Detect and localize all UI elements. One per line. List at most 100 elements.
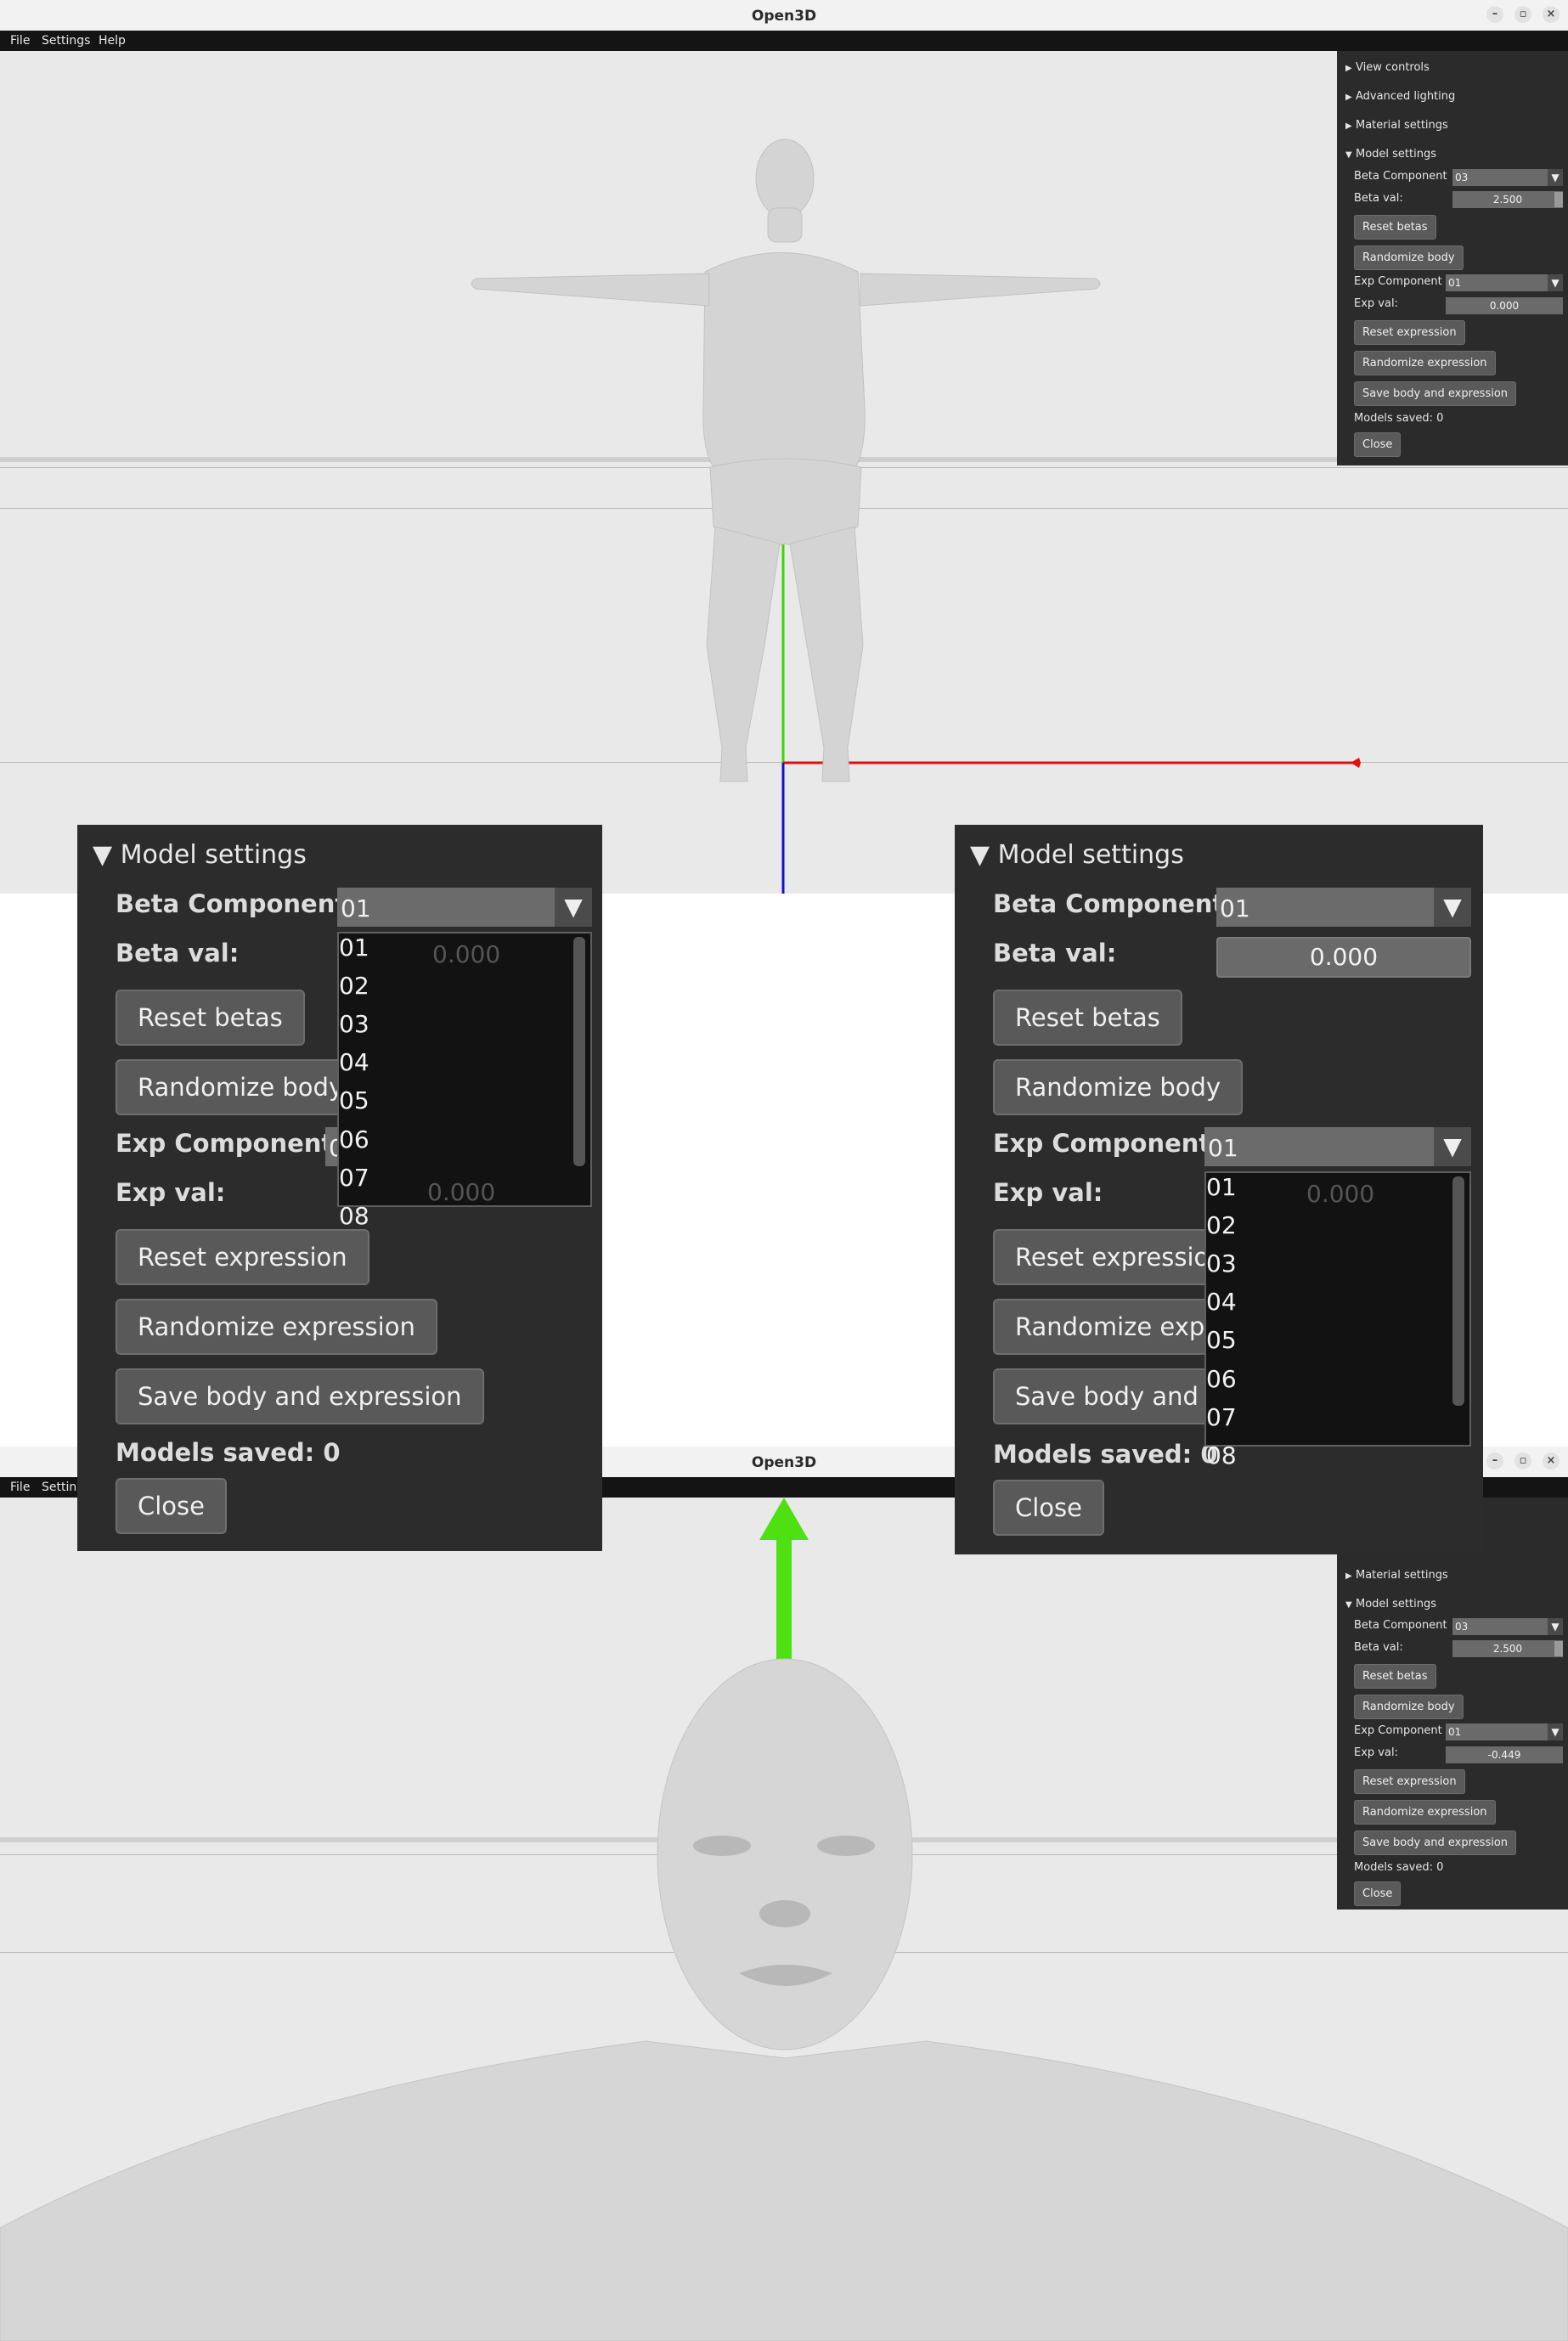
- section-material-settings[interactable]: ▶ Material settings: [1345, 1569, 1448, 1582]
- exp-val-slider[interactable]: -0.449: [1446, 1746, 1563, 1763]
- reset-betas-button[interactable]: Reset betas: [116, 990, 305, 1046]
- dropdown-option[interactable]: 06: [1206, 1365, 1237, 1393]
- exp-component-label: Exp Component: [993, 1129, 1211, 1158]
- dropdown-option[interactable]: 01: [1206, 1173, 1237, 1201]
- models-saved-status: Models saved: 0: [993, 1440, 1218, 1469]
- beta-val-label: Beta val:: [993, 939, 1117, 967]
- reset-expression-button[interactable]: Reset expression: [1354, 320, 1465, 345]
- reset-expression-button[interactable]: Reset expression: [1354, 1769, 1465, 1794]
- exp-val-label: Exp val:: [993, 1178, 1103, 1207]
- section-material-settings[interactable]: ▶ Material settings: [1345, 119, 1448, 132]
- beta-val-slider[interactable]: 0.000: [1216, 937, 1471, 978]
- beta-component-select[interactable]: 01 ▼: [337, 888, 592, 927]
- dropdown-option[interactable]: 03: [339, 1010, 369, 1038]
- randomize-expression-button[interactable]: Randomize expression: [1354, 351, 1496, 375]
- chevron-down-icon: ▼: [1434, 888, 1471, 927]
- menu-file[interactable]: File: [10, 34, 30, 48]
- exp-component-select[interactable]: 01 ▼: [1446, 274, 1563, 291]
- dropdown-scrollbar[interactable]: [573, 937, 585, 1166]
- y-axis-arrow: [759, 1498, 809, 1540]
- maximize-button[interactable]: ▫: [1514, 6, 1531, 23]
- section-model-settings[interactable]: ▼ Model settings: [1345, 1598, 1436, 1610]
- randomize-body-button[interactable]: Randomize body: [1354, 1695, 1464, 1719]
- close-button[interactable]: Close: [116, 1478, 227, 1534]
- menu-help[interactable]: Help: [99, 34, 126, 48]
- beta-val-label: Beta val:: [1354, 192, 1403, 205]
- human-body-model: [471, 138, 1101, 782]
- reset-betas-button[interactable]: Reset betas: [1354, 215, 1436, 240]
- model-settings-header[interactable]: ▼ Model settings: [970, 840, 1184, 870]
- exp-component-select[interactable]: 01 ▼: [1204, 1127, 1471, 1166]
- exp-val-label: Exp val:: [1354, 297, 1398, 310]
- randomize-expression-button[interactable]: Randomize expression: [1354, 1800, 1496, 1825]
- exp-val-slider[interactable]: 0.000: [1446, 297, 1563, 314]
- dropdown-option[interactable]: 06: [339, 1125, 369, 1154]
- reset-expression-button[interactable]: Reset expressio: [993, 1229, 1232, 1285]
- dropdown-option[interactable]: 02: [1206, 1211, 1237, 1239]
- section-view-controls[interactable]: ▶ View controls: [1345, 61, 1430, 74]
- beta-component-select[interactable]: 03 ▼: [1452, 169, 1563, 186]
- close-button[interactable]: Close: [1354, 432, 1402, 457]
- settings-panel-top: ▶ View controls ▶ Advanced lighting ▶ Mater…: [1337, 51, 1568, 465]
- scene-3d-body: [471, 138, 1361, 894]
- close-button[interactable]: Close: [993, 1480, 1104, 1536]
- randomize-expression-button[interactable]: Randomize expression: [116, 1299, 437, 1355]
- close-window-button[interactable]: ×: [1543, 1453, 1560, 1469]
- save-body-expression-button[interactable]: Save body and expression: [116, 1368, 484, 1424]
- close-button[interactable]: Close: [1354, 1881, 1402, 1906]
- dropdown-option[interactable]: 03: [1206, 1249, 1237, 1278]
- reset-betas-button[interactable]: Reset betas: [1354, 1664, 1436, 1689]
- minimize-button[interactable]: –: [1486, 6, 1503, 23]
- maximize-button[interactable]: ▫: [1514, 1453, 1531, 1469]
- beta-val-slider[interactable]: 2.500: [1452, 191, 1563, 208]
- collapse-triangle-icon: ▼: [93, 840, 121, 870]
- collapse-triangle-icon: ▼: [970, 840, 998, 870]
- beta-component-dropdown-list[interactable]: 0.000 0.000 01 02 03 04 05 06 07 08: [337, 932, 592, 1230]
- beta-component-label: Beta Component: [116, 889, 347, 918]
- minimize-button[interactable]: –: [1486, 1453, 1503, 1469]
- dropdown-option[interactable]: 07: [1206, 1403, 1237, 1431]
- chevron-down-icon: ▼: [555, 888, 592, 927]
- viewport-top[interactable]: ▶ View controls ▶ Advanced lighting ▶ Mater…: [0, 51, 1568, 894]
- randomize-body-button[interactable]: Randomize body: [993, 1059, 1244, 1115]
- randomize-body-button[interactable]: Randomize body: [116, 1059, 366, 1115]
- dropdown-option[interactable]: 04: [1206, 1288, 1237, 1316]
- menu-file[interactable]: File: [10, 1481, 30, 1494]
- dropdown-option[interactable]: 07: [339, 1164, 369, 1192]
- dropdown-option[interactable]: 08: [1206, 1441, 1237, 1469]
- exp-component-select[interactable]: 01 ▼: [1446, 1723, 1563, 1740]
- randomize-body-button[interactable]: Randomize body: [1354, 245, 1464, 270]
- beta-val-slider[interactable]: 2.500: [1452, 1640, 1563, 1657]
- beta-component-label: Beta Component: [1354, 170, 1447, 183]
- save-body-expression-button[interactable]: Save body and expression: [1354, 1830, 1517, 1855]
- reset-betas-button[interactable]: Reset betas: [993, 990, 1182, 1046]
- settings-panel-bottom: ▶ Material settings ▼ Model settings Beta …: [1337, 1498, 1568, 1909]
- dropdown-option[interactable]: 02: [339, 972, 369, 1000]
- close-window-button[interactable]: ×: [1543, 6, 1560, 23]
- dropdown-option[interactable]: 04: [339, 1048, 369, 1076]
- beta-component-select[interactable]: 01 ▼: [1216, 888, 1471, 927]
- section-model-settings[interactable]: ▼ Model settings: [1345, 148, 1436, 161]
- exp-component-dropdown-list[interactable]: 0.000 01 02 03 04 05 06 07 08: [1204, 1171, 1471, 1469]
- section-advanced-lighting[interactable]: ▶ Advanced lighting: [1345, 90, 1455, 103]
- dropdown-option[interactable]: 01: [339, 934, 369, 962]
- dropdown-option[interactable]: 05: [339, 1086, 369, 1114]
- menu-settings[interactable]: Settings: [42, 34, 90, 48]
- menubar-top: File Settings Help: [0, 31, 1568, 51]
- model-settings-header[interactable]: ▼ Model settings: [93, 840, 307, 870]
- menu-settings[interactable]: Settin: [42, 1481, 76, 1494]
- save-body-expression-button[interactable]: Save body and expression: [1354, 381, 1517, 406]
- hidden-beta-val: 0.000: [432, 940, 501, 968]
- beta-component-select[interactable]: 03 ▼: [1452, 1618, 1563, 1635]
- dropdown-option[interactable]: 08: [339, 1202, 369, 1230]
- exp-val-label: Exp val:: [1354, 1746, 1398, 1759]
- reset-expression-button[interactable]: Reset expression: [116, 1229, 369, 1285]
- viewport-bottom[interactable]: ▶ Material settings ▼ Model settings Beta …: [0, 1498, 1568, 2341]
- zoomed-panel-right: ▼ Model settings Beta Component 01 ▼ Beta…: [955, 825, 1483, 1554]
- dropdown-option[interactable]: 05: [1206, 1326, 1237, 1354]
- beta-component-label: Beta Component: [993, 889, 1225, 918]
- beta-val-label: Beta val:: [1354, 1641, 1403, 1654]
- dropdown-scrollbar[interactable]: [1452, 1176, 1464, 1406]
- slider-handle: [1554, 1641, 1563, 1656]
- randomize-expression-button[interactable]: Randomize expr: [993, 1299, 1238, 1355]
